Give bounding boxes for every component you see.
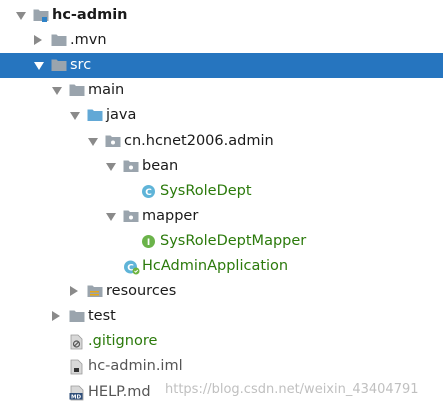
package-icon bbox=[123, 209, 139, 224]
chevron-down-icon[interactable] bbox=[70, 112, 80, 121]
tree-node-label: .gitignore bbox=[88, 333, 158, 350]
tree-node-label: SysRoleDept bbox=[160, 182, 252, 199]
tree-node-label: hc-admin bbox=[52, 7, 128, 23]
folder-icon bbox=[51, 33, 67, 48]
tree-node-label: java bbox=[106, 107, 137, 124]
tree-node-resources[interactable]: resources bbox=[0, 279, 443, 304]
chevron-down-icon[interactable] bbox=[106, 162, 116, 171]
tree-node-label: hc-admin.iml bbox=[88, 358, 183, 375]
tree-node-java[interactable]: java bbox=[0, 103, 443, 128]
tree-node-label: test bbox=[88, 308, 116, 325]
gitignore-file-icon bbox=[69, 334, 85, 350]
package-icon bbox=[105, 134, 121, 149]
markdown-file-icon: MD bbox=[69, 385, 85, 400]
tree-node-label: SysRoleDeptMapper bbox=[160, 232, 307, 249]
chevron-right-icon[interactable] bbox=[70, 286, 78, 297]
folder-icon bbox=[69, 309, 85, 324]
svg-text:C: C bbox=[145, 188, 152, 198]
source-folder-icon bbox=[87, 108, 103, 123]
tree-node-test[interactable]: test bbox=[0, 304, 443, 329]
class-icon: C bbox=[141, 184, 157, 199]
chevron-down-icon[interactable] bbox=[16, 12, 26, 20]
tree-node-sysroledeptmapper[interactable]: I SysRoleDeptMapper bbox=[0, 229, 443, 254]
tree-node-mvn[interactable]: .mvn bbox=[0, 28, 443, 53]
package-icon bbox=[123, 159, 139, 174]
tree-node-sysroledept[interactable]: C SysRoleDept bbox=[0, 179, 443, 204]
watermark-text: https://blog.csdn.net/weixin_43404791 bbox=[165, 382, 419, 397]
tree-node-gitignore[interactable]: .gitignore bbox=[0, 329, 443, 354]
tree-node-label: bean bbox=[142, 157, 179, 174]
iml-file-icon bbox=[69, 359, 85, 375]
tree-node-package[interactable]: cn.hcnet2006.admin bbox=[0, 129, 443, 154]
tree-node-label: resources bbox=[106, 283, 177, 300]
tree-node-label: src bbox=[70, 57, 92, 74]
chevron-right-icon[interactable] bbox=[52, 311, 60, 322]
resources-folder-icon bbox=[87, 284, 103, 299]
tree-node-label: main bbox=[88, 82, 125, 99]
tree-node-main[interactable]: main bbox=[0, 78, 443, 103]
folder-icon bbox=[69, 83, 85, 98]
chevron-down-icon[interactable] bbox=[88, 137, 98, 146]
tree-node-iml[interactable]: hc-admin.iml bbox=[0, 354, 443, 379]
chevron-down-icon[interactable] bbox=[34, 62, 44, 71]
tree-node-label: HcAdminApplication bbox=[142, 258, 289, 274]
tree-node-hcadminapplication[interactable]: C HcAdminApplication bbox=[0, 254, 443, 279]
tree-node-label: cn.hcnet2006.admin bbox=[124, 132, 274, 149]
tree-node-label: .mvn bbox=[70, 32, 107, 49]
folder-icon bbox=[51, 58, 67, 73]
svg-text:I: I bbox=[147, 238, 150, 248]
tree-node-label: HELP.md bbox=[88, 383, 151, 400]
chevron-down-icon[interactable] bbox=[106, 212, 116, 221]
tree-node-src[interactable]: src bbox=[0, 53, 443, 79]
svg-text:MD: MD bbox=[71, 394, 81, 400]
interface-icon: I bbox=[141, 234, 157, 249]
chevron-right-icon[interactable] bbox=[34, 35, 42, 46]
chevron-down-icon[interactable] bbox=[52, 87, 62, 96]
spring-class-icon: C bbox=[123, 259, 140, 275]
tree-node-bean[interactable]: bean bbox=[0, 154, 443, 179]
tree-node-mapper[interactable]: mapper bbox=[0, 204, 443, 229]
tree-node-label: mapper bbox=[142, 207, 199, 224]
module-folder-icon bbox=[33, 8, 49, 23]
tree-node-hc-admin[interactable]: hc-admin bbox=[0, 3, 443, 28]
